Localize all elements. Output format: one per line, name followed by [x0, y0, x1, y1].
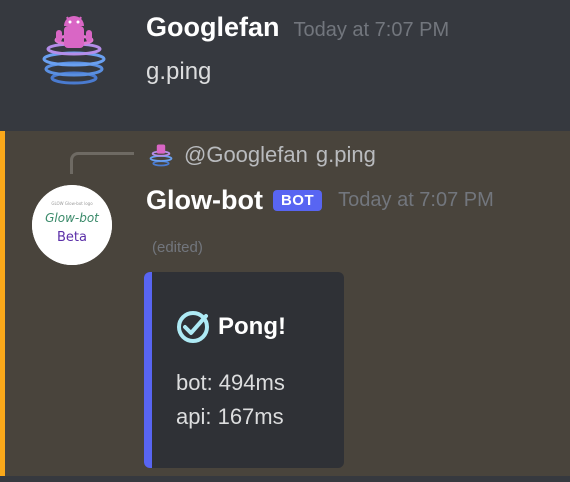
timestamp: Today at 7:07 PM [338, 189, 494, 211]
embed-title-text: Pong! [218, 313, 286, 340]
svg-text:Beta: Beta [57, 230, 87, 245]
embed-title: Pong! [176, 310, 286, 344]
message-glow-bot: @Googlefan g.ping GLOW Glow-bot logo Glo… [0, 131, 570, 476]
username[interactable]: Glow-bot [146, 185, 263, 216]
edited-label: (edited) [152, 239, 203, 256]
android-spinning-rings-icon[interactable] [34, 12, 114, 92]
svg-text:GLOW Glow-bot logo: GLOW Glow-bot logo [51, 201, 93, 206]
reply-connector [70, 152, 134, 174]
svg-text:Glow-bot: Glow-bot [45, 211, 100, 225]
glow-bot-avatar[interactable]: GLOW Glow-bot logo Glow-bot Beta [32, 185, 112, 265]
embed-card: Pong! bot: 494ms api: 167ms [144, 272, 344, 468]
android-spinning-rings-icon [149, 144, 173, 167]
api-latency: api: 167ms [176, 404, 284, 429]
bot-badge: BOT [272, 190, 323, 211]
message-header: Googlefan Today at 7:07 PM [146, 12, 449, 43]
bot-latency: bot: 494ms [176, 370, 285, 395]
mention-highlight-bar [0, 131, 5, 476]
message-googlefan: Googlefan Today at 7:07 PM g.ping [0, 0, 570, 131]
embed-accent-bar [144, 272, 152, 468]
check-circle-icon [177, 311, 209, 343]
timestamp: Today at 7:07 PM [293, 19, 450, 41]
message-header: Glow-bot BOT Today at 7:07 PM [146, 185, 494, 216]
reply-reference[interactable]: @Googlefan g.ping [146, 141, 376, 169]
message-divider [0, 476, 570, 482]
message-content: g.ping [146, 58, 212, 85]
reply-mention[interactable]: @Googlefan [184, 142, 308, 168]
reply-preview: g.ping [315, 142, 376, 167]
glow-bot-logo-icon: GLOW Glow-bot logo Glow-bot Beta [32, 185, 112, 265]
username[interactable]: Googlefan [146, 12, 280, 43]
